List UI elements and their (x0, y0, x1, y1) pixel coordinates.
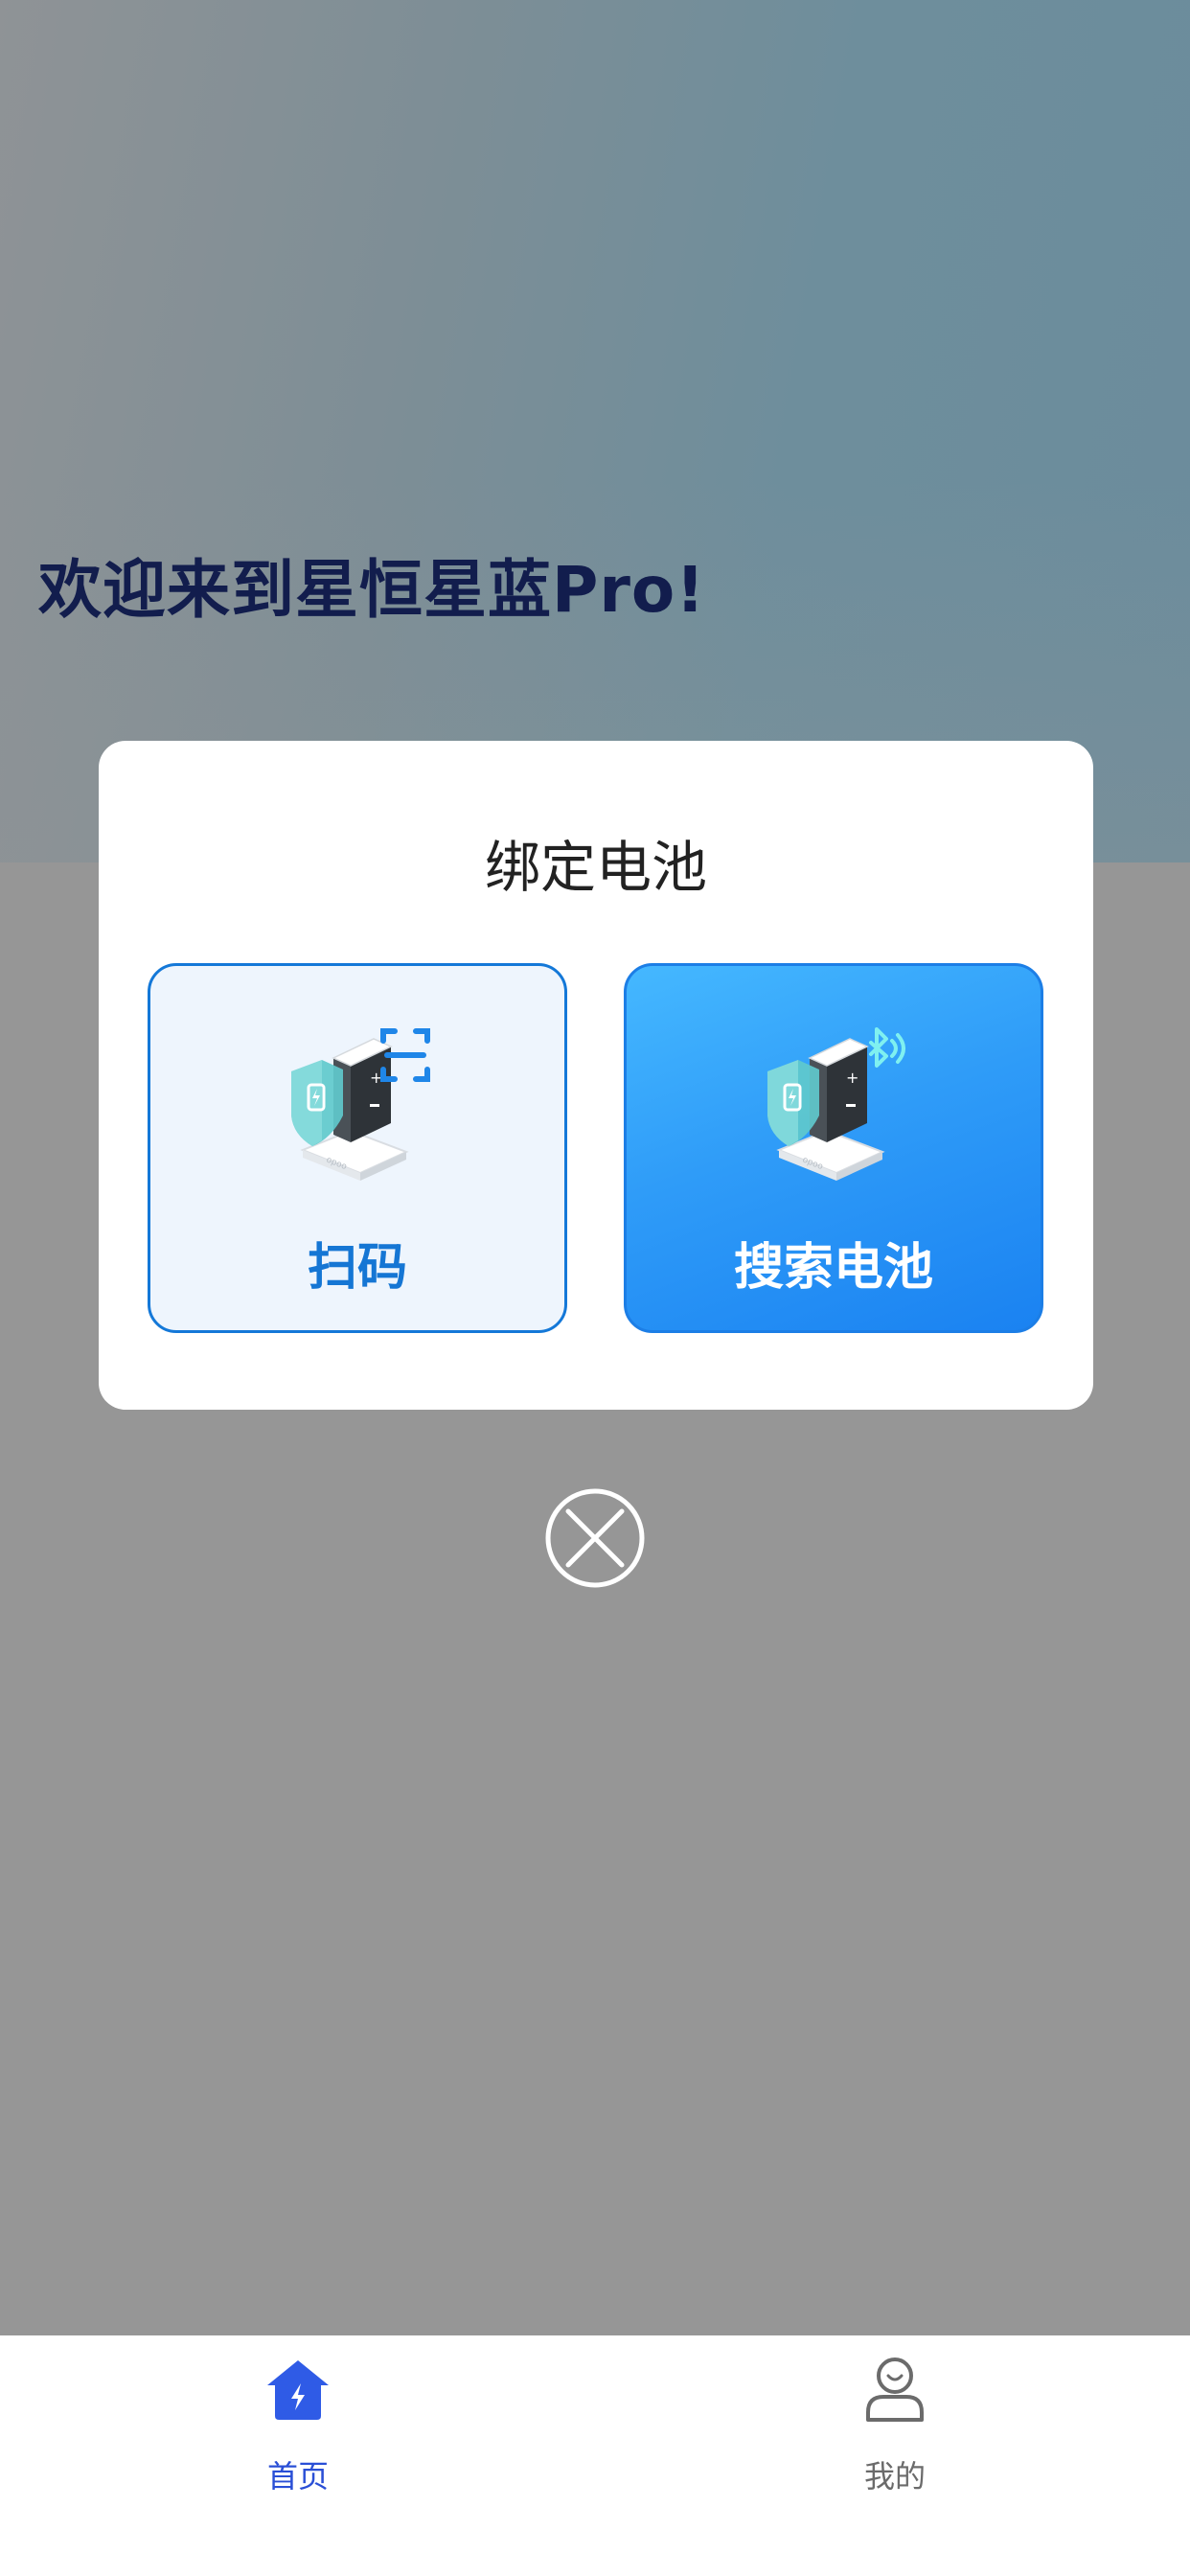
user-icon (866, 2358, 924, 2422)
battery-scan-icon: ороо + (291, 1028, 430, 1181)
bottom-tab-bar: 首页 我的 (0, 2335, 1190, 2576)
scan-code-button[interactable]: ороо + 扫码 (148, 963, 567, 1333)
battery-bluetooth-icon: ороо + (767, 1027, 905, 1181)
tab-home[interactable]: 首页 (202, 2357, 394, 2500)
tab-me-label: 我的 (863, 2458, 926, 2495)
svg-text:+: + (846, 1069, 858, 1087)
dialog-title: 绑定电池 (484, 835, 707, 900)
close-icon[interactable] (545, 1488, 645, 1588)
welcome-title: 欢迎来到星恒星蓝Pro! (38, 553, 706, 627)
scan-code-label: 扫码 (307, 1239, 407, 1297)
tab-home-label: 首页 (266, 2458, 329, 2495)
home-bolt-icon (267, 2360, 329, 2420)
search-battery-button[interactable]: ороо + 搜索电池 (624, 963, 1043, 1333)
search-battery-label: 搜索电池 (733, 1239, 933, 1297)
bind-battery-dialog: 绑定电池 ороо + 扫码 ороо + 搜索电池 (99, 741, 1093, 1410)
tab-me[interactable]: 我的 (799, 2357, 991, 2500)
